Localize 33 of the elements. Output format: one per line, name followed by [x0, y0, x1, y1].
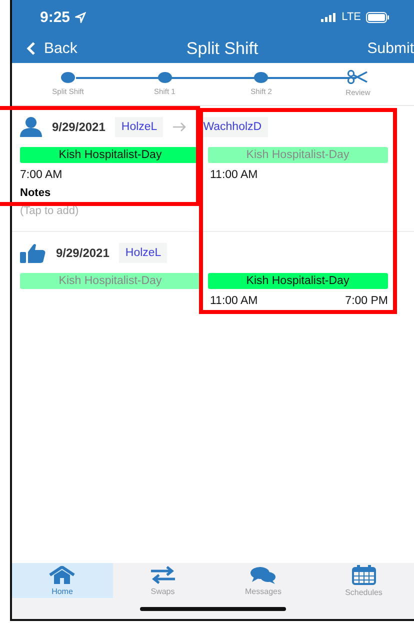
- swap-arrows-icon: [150, 566, 176, 584]
- status-time: 9:25: [40, 8, 70, 26]
- location-arrow-icon: [75, 12, 86, 22]
- person-icon: [20, 117, 42, 137]
- shift-bar: Kish Hospitalist-Day: [208, 147, 388, 163]
- battery-icon: [366, 12, 390, 22]
- chevron-left-icon: [26, 41, 36, 56]
- shift-time: 11:00 AM: [210, 295, 258, 307]
- back-button[interactable]: Back: [26, 40, 78, 57]
- user-tag: HolzeL: [119, 243, 168, 263]
- tab-item[interactable]: Home: [12, 563, 112, 598]
- arrow-right-icon: [173, 122, 188, 132]
- shift-bar: Kish Hospitalist-Day: [208, 273, 388, 289]
- shift-date: 9/29/2021: [56, 246, 110, 260]
- chat-bubbles-icon: [250, 566, 276, 584]
- shift-time: 7:00 PM: [345, 295, 388, 307]
- network-label: LTE: [342, 11, 361, 23]
- shift-date: 9/29/2021: [52, 120, 106, 134]
- calendar-icon: [352, 564, 376, 584]
- shift-time: 11:00 AM: [210, 169, 258, 181]
- tab-item[interactable]: Swaps: [112, 563, 213, 598]
- tab-item[interactable]: Schedules: [314, 563, 414, 598]
- shift-bar: Kish Hospitalist-Day: [20, 273, 200, 289]
- notes-label: Notes: [20, 187, 52, 199]
- notes-field[interactable]: (Tap to add): [20, 205, 79, 217]
- signal-icon: [320, 12, 337, 22]
- screen-title: Split Shift: [186, 38, 258, 58]
- submit-button[interactable]: Submit: [367, 40, 414, 57]
- tab-item[interactable]: Messages: [213, 563, 314, 598]
- shift-time: 7:00 AM: [20, 169, 62, 181]
- home-icon: [49, 566, 76, 584]
- user-tag: HolzeL: [115, 117, 164, 137]
- thumbs-up-icon: [20, 243, 46, 263]
